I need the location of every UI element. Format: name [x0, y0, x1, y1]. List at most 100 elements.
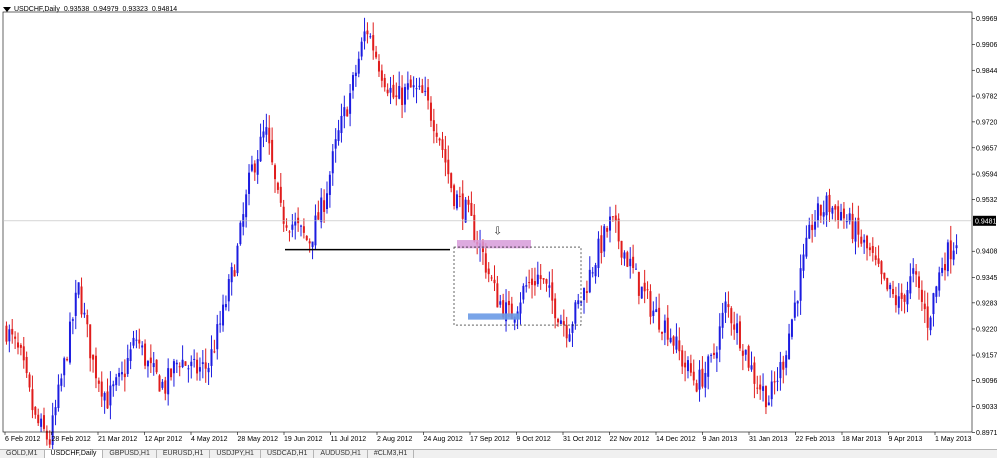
- candle-body: [635, 268, 638, 270]
- candle-body: [522, 285, 525, 300]
- date-label: 31 Jan 2013: [749, 436, 788, 443]
- candle-body: [533, 281, 536, 286]
- candle-body: [903, 295, 906, 302]
- candle-body: [692, 371, 695, 381]
- candle-body: [912, 268, 915, 274]
- candle-body: [816, 203, 819, 221]
- candle-body: [591, 272, 594, 274]
- candle-body: [528, 282, 531, 284]
- candle-body: [106, 391, 109, 409]
- candle-body: [686, 360, 689, 372]
- candle-body: [822, 212, 825, 217]
- candle-body: [733, 324, 736, 330]
- candle-body: [793, 302, 796, 318]
- candle-body: [132, 337, 135, 346]
- candle-body: [126, 357, 129, 375]
- chart-title-bar: USDCHF,Daily 0.93538 0.94979 0.93323 0.9…: [3, 3, 177, 15]
- candle-body: [242, 214, 245, 227]
- candle-body: [77, 282, 80, 295]
- candle-body: [63, 358, 66, 376]
- candle-body: [294, 221, 297, 226]
- date-label: 28 May 2012: [238, 436, 279, 443]
- candle-body: [952, 250, 955, 260]
- candle-body: [470, 202, 473, 216]
- candle-body: [112, 384, 115, 387]
- price-chart[interactable]: ⇩ 0.99690 0.99065 0.98445 0.97821 0.97200 0.9…: [0, 0, 997, 457]
- candle-body: [923, 303, 926, 310]
- date-label: 24 Aug 2012: [424, 436, 463, 443]
- candle-body: [877, 258, 880, 264]
- date-label: 14 Dec 2012: [656, 436, 696, 443]
- date-label: 11 Jul 2012: [331, 436, 367, 443]
- price-label: 0.99690: [976, 16, 997, 23]
- candle-body: [886, 277, 889, 290]
- candle-body: [279, 186, 282, 203]
- candle-body: [158, 375, 161, 392]
- candle-body: [819, 204, 822, 216]
- candle-body: [585, 291, 588, 293]
- support-zone: [468, 313, 520, 320]
- candle-body: [57, 384, 60, 409]
- candle-body: [880, 261, 883, 275]
- candle-body: [325, 193, 328, 210]
- candle-body: [259, 136, 262, 162]
- candle-body: [906, 290, 909, 305]
- candle-body: [54, 407, 57, 416]
- candle-body: [34, 406, 37, 415]
- candle-body: [236, 245, 239, 274]
- candle-body: [369, 36, 372, 38]
- candle-body: [210, 349, 213, 366]
- candle-body: [5, 325, 8, 342]
- low-value: 0.93323: [122, 5, 148, 13]
- candle-body: [403, 87, 406, 105]
- candle-body: [938, 272, 941, 291]
- candle-body: [395, 95, 398, 98]
- candle-body: [507, 300, 510, 306]
- candle-body: [620, 240, 623, 258]
- candle-body: [432, 120, 435, 132]
- open-value: 0.93538: [63, 5, 90, 13]
- chart-menu-icon[interactable]: [3, 6, 11, 12]
- candle-body: [689, 363, 692, 373]
- candle-body: [796, 301, 799, 304]
- candle-body: [351, 75, 354, 91]
- candle-body: [196, 359, 199, 374]
- candle-body: [222, 304, 225, 326]
- price-label: 0.97200: [976, 119, 997, 126]
- candle-body: [614, 215, 617, 221]
- candle-body: [658, 307, 661, 330]
- candle-body: [935, 286, 938, 297]
- price-label: 0.90330: [976, 404, 997, 411]
- candle-body: [808, 224, 811, 239]
- candle-body: [944, 264, 947, 271]
- candle-body: [805, 237, 808, 257]
- candle-body: [144, 343, 147, 366]
- candle-body: [262, 131, 265, 138]
- chart-window[interactable]: ⇩ 0.99690 0.99065 0.98445 0.97821 0.97200 0.9…: [0, 0, 997, 458]
- candle-body: [617, 218, 620, 242]
- candle-body: [874, 255, 877, 260]
- candle-body: [834, 205, 837, 210]
- candle-body: [37, 414, 40, 424]
- candle-body: [611, 216, 614, 218]
- price-label: 0.94080: [976, 249, 997, 256]
- candle-body: [357, 58, 360, 74]
- candle-body: [453, 185, 456, 207]
- candle-body: [744, 349, 747, 355]
- candle-body: [300, 225, 303, 227]
- candle-body: [118, 372, 121, 377]
- date-label: 4 May 2012: [191, 436, 228, 443]
- candle-body: [915, 271, 918, 275]
- candle-body: [863, 239, 866, 243]
- candle-body: [383, 77, 386, 88]
- candle-body: [164, 380, 167, 394]
- candle-body: [603, 226, 606, 252]
- candle-body: [372, 35, 375, 51]
- candle-body: [401, 87, 404, 106]
- candle-body: [779, 362, 782, 379]
- candle-body: [900, 292, 903, 299]
- candle-body: [184, 361, 187, 366]
- candle-body: [490, 277, 493, 279]
- candle-body: [282, 206, 285, 224]
- candle-body: [484, 253, 487, 273]
